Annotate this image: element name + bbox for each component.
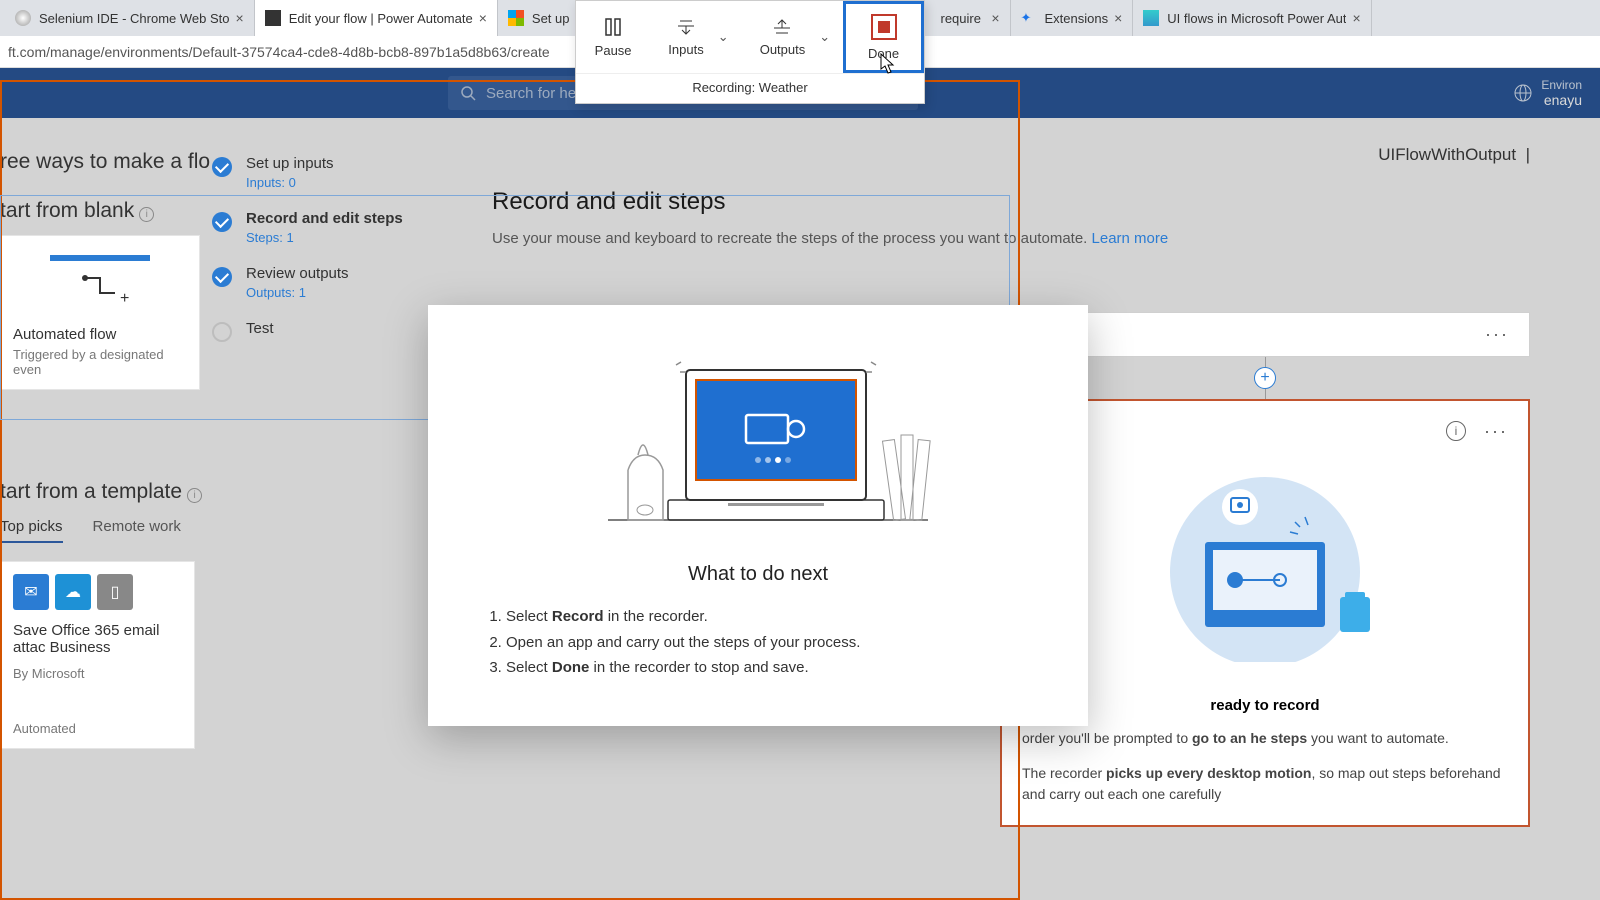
record-illustration bbox=[1022, 442, 1508, 687]
learn-more-link[interactable]: Learn more bbox=[1092, 230, 1169, 247]
svg-text:+: + bbox=[120, 290, 129, 307]
flow-icon bbox=[265, 10, 281, 26]
page-heading: Record and edit steps bbox=[492, 188, 1570, 216]
tab-label: require bbox=[941, 11, 986, 26]
tab-label: Selenium IDE - Chrome Web Sto bbox=[39, 11, 230, 26]
template-icons: ✉ ☁ ▯ bbox=[13, 574, 182, 610]
selenium-icon bbox=[15, 10, 31, 26]
step-sub: Steps: 1 bbox=[246, 230, 403, 245]
close-icon[interactable]: × bbox=[479, 10, 487, 26]
add-step-button[interactable]: + bbox=[1254, 367, 1276, 389]
step-review-outputs[interactable]: Review outputs Outputs: 1 bbox=[200, 255, 480, 310]
step-label: Test bbox=[246, 320, 274, 337]
tab-label: Extensions bbox=[1045, 11, 1109, 26]
flow-name: UIFlowWithOutput | bbox=[1378, 145, 1530, 165]
info-icon[interactable]: i bbox=[139, 207, 154, 222]
done-button[interactable]: Done bbox=[843, 1, 924, 73]
tab-label: Edit your flow | Power Automate bbox=[289, 11, 473, 26]
url-text: ft.com/manage/environments/Default-37574… bbox=[8, 44, 550, 60]
button-label: Outputs bbox=[760, 42, 806, 57]
button-label: Done bbox=[868, 46, 899, 61]
tab-power-automate[interactable]: Edit your flow | Power Automate × bbox=[255, 0, 498, 36]
step-record-edit[interactable]: Record and edit steps Steps: 1 bbox=[200, 200, 480, 255]
more-icon[interactable]: ··· bbox=[1484, 421, 1508, 442]
template-author: By Microsoft bbox=[13, 666, 182, 681]
tab-extensions[interactable]: ✦ Extensions × bbox=[1011, 0, 1134, 36]
tab-require[interactable]: require × bbox=[931, 0, 1011, 36]
close-icon[interactable]: × bbox=[991, 10, 999, 26]
stop-icon bbox=[871, 14, 897, 40]
ways-heading: ree ways to make a flo bbox=[0, 150, 200, 174]
template-type: Automated bbox=[13, 721, 182, 736]
outputs-button[interactable]: Outputs ⌄ bbox=[747, 1, 843, 73]
outputs-icon bbox=[772, 18, 792, 36]
app-icon: ▯ bbox=[97, 574, 133, 610]
template-tabs: Top picks Remote work bbox=[0, 518, 200, 543]
recorder-status: Recording: Weather bbox=[576, 73, 924, 103]
button-label: Inputs bbox=[668, 42, 703, 57]
close-icon[interactable]: × bbox=[1352, 10, 1360, 26]
button-label: Pause bbox=[595, 43, 632, 58]
main-content: Record and edit steps Use your mouse and… bbox=[492, 188, 1570, 247]
inputs-icon bbox=[676, 18, 696, 36]
check-icon bbox=[212, 157, 232, 177]
step-label: Record and edit steps bbox=[246, 210, 403, 227]
chevron-down-icon[interactable]: ⌄ bbox=[819, 29, 830, 45]
panel-text: The recorder picks up every desktop moti… bbox=[1022, 763, 1508, 805]
tab-label: Set up bbox=[532, 11, 570, 26]
tab-remote-work[interactable]: Remote work bbox=[93, 518, 181, 543]
tab-uiflows[interactable]: UI flows in Microsoft Power Aut × bbox=[1133, 0, 1371, 36]
instruction-item: Select Done in the recorder to stop and … bbox=[506, 655, 1028, 681]
laptop-illustration bbox=[488, 340, 1028, 535]
recorder-toolbar: Pause Inputs ⌄ Outputs ⌄ Done Recording:… bbox=[575, 0, 925, 104]
pause-icon bbox=[604, 17, 622, 37]
tab-selenium[interactable]: Selenium IDE - Chrome Web Sto × bbox=[5, 0, 255, 36]
chevron-down-icon[interactable]: ⌄ bbox=[718, 29, 729, 45]
flow-diagram-icon: + bbox=[13, 248, 187, 318]
step-label: Set up inputs bbox=[246, 155, 334, 172]
tab-top-picks[interactable]: Top picks bbox=[0, 518, 63, 543]
info-icon[interactable]: i bbox=[1446, 421, 1466, 441]
panel-heading: ready to record bbox=[1022, 697, 1508, 714]
outlook-icon: ✉ bbox=[13, 574, 49, 610]
info-icon[interactable]: i bbox=[187, 488, 202, 503]
template-title: Save Office 365 email attac Business bbox=[13, 622, 182, 656]
modal-heading: What to do next bbox=[488, 563, 1028, 586]
instruction-item: Select Record in the recorder. bbox=[506, 604, 1028, 630]
close-icon[interactable]: × bbox=[1114, 10, 1122, 26]
tab-setup[interactable]: Set up bbox=[498, 0, 581, 36]
page-description: Use your mouse and keyboard to recreate … bbox=[492, 230, 1570, 247]
step-label: Review outputs bbox=[246, 265, 349, 282]
ms-icon bbox=[508, 10, 524, 26]
pause-button[interactable]: Pause bbox=[576, 1, 650, 73]
step-setup-inputs[interactable]: Set up inputs Inputs: 0 bbox=[200, 145, 480, 200]
extension-icon: ✦ bbox=[1021, 10, 1037, 26]
card-subtitle: Triggered by a designated even bbox=[13, 347, 187, 377]
step-sub: Outputs: 1 bbox=[246, 285, 349, 300]
instruction-list: Select Record in the recorder. Open an a… bbox=[506, 604, 1028, 681]
tab-label: UI flows in Microsoft Power Aut bbox=[1167, 11, 1346, 26]
panel-text: order you'll be prompted to go to an he … bbox=[1022, 728, 1508, 749]
check-icon bbox=[212, 212, 232, 232]
instruction-item: Open an app and carry out the steps of y… bbox=[506, 630, 1028, 656]
blank-heading: tart from blanki bbox=[0, 199, 200, 223]
onedrive-icon: ☁ bbox=[55, 574, 91, 610]
more-icon[interactable]: ··· bbox=[1485, 324, 1509, 345]
close-icon[interactable]: × bbox=[236, 10, 244, 26]
automated-flow-card[interactable]: + Automated flow Triggered by a designat… bbox=[0, 235, 200, 390]
circle-icon bbox=[212, 322, 232, 342]
left-column: ree ways to make a flo tart from blanki … bbox=[0, 135, 200, 749]
what-to-do-modal: What to do next Select Record in the rec… bbox=[428, 305, 1088, 726]
template-heading: tart from a templatei bbox=[0, 480, 200, 504]
card-title: Automated flow bbox=[13, 326, 187, 343]
step-sub: Inputs: 0 bbox=[246, 175, 334, 190]
flow-icon bbox=[1143, 10, 1159, 26]
check-icon bbox=[212, 267, 232, 287]
template-card[interactable]: ✉ ☁ ▯ Save Office 365 email attac Busine… bbox=[0, 561, 195, 749]
inputs-button[interactable]: Inputs ⌄ bbox=[650, 1, 746, 73]
